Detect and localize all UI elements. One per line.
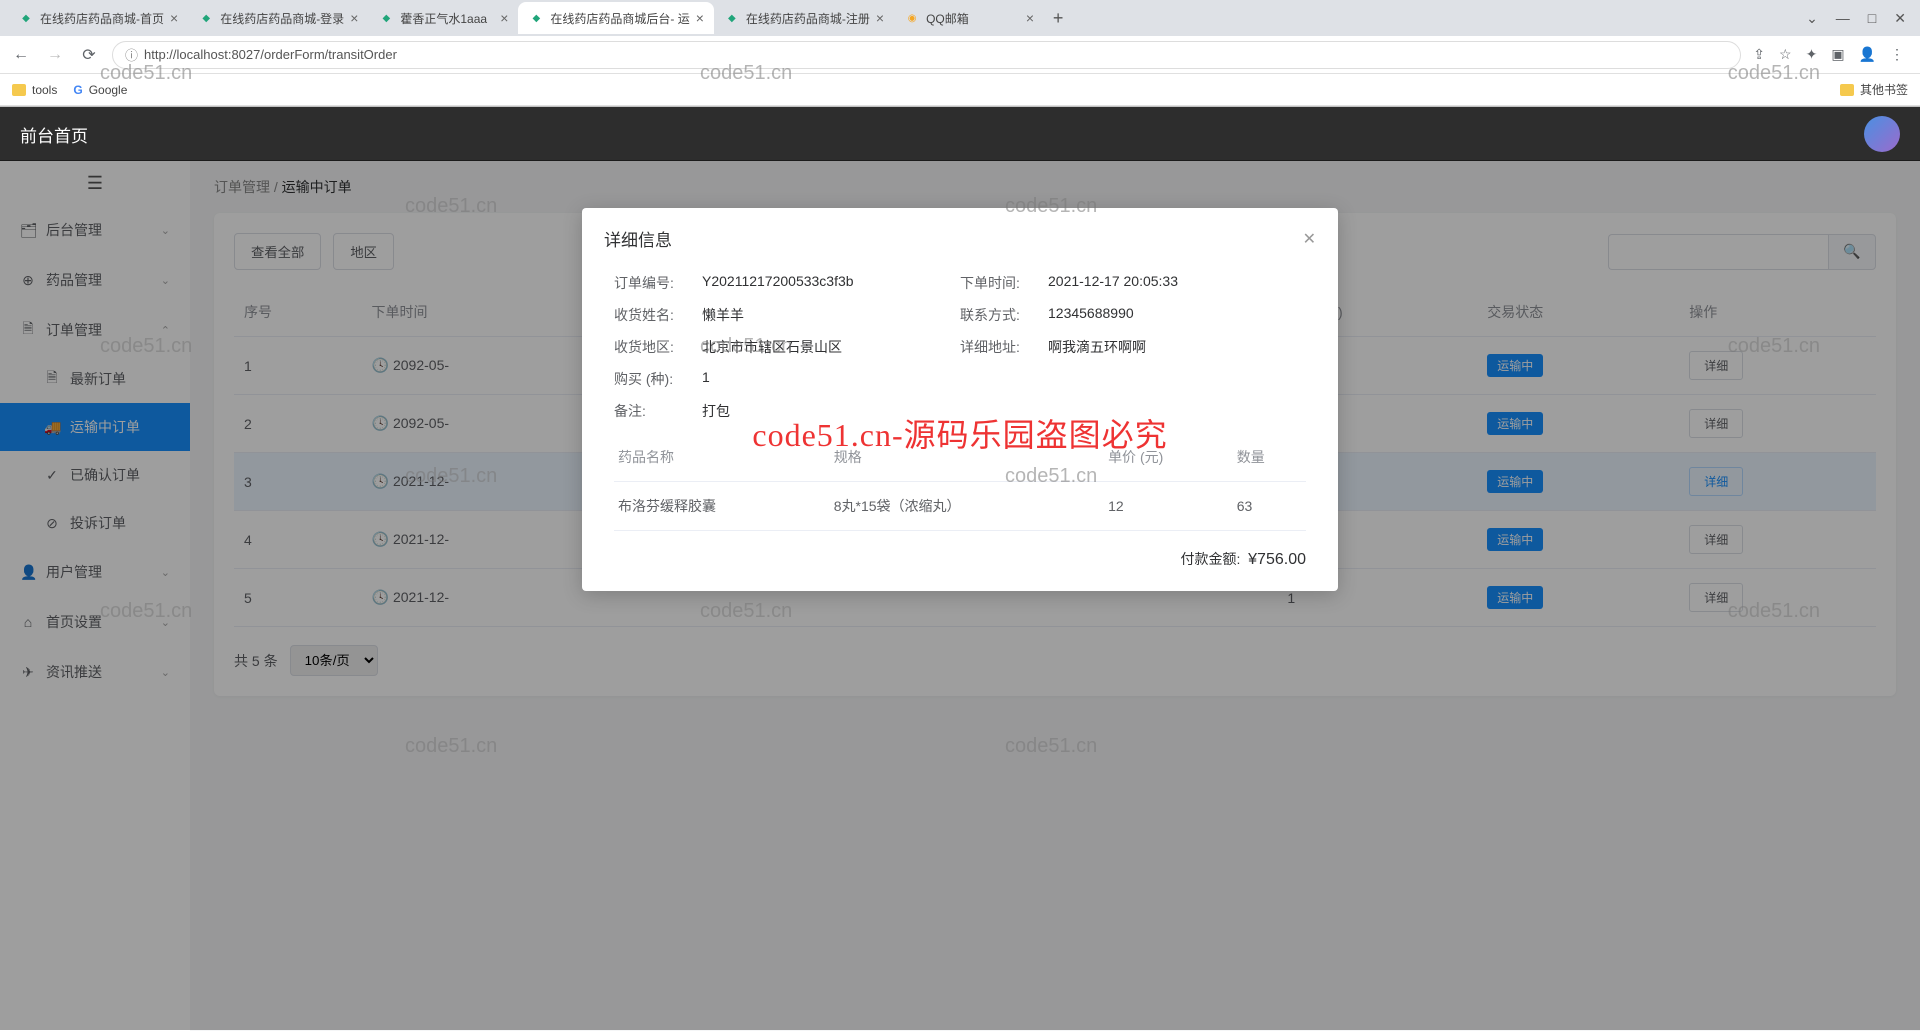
browser-tab[interactable]: ◆在线药店药品商城-首页×: [8, 2, 188, 34]
maximize-icon[interactable]: □: [1868, 10, 1876, 27]
browser-tab-active[interactable]: ◆在线药店药品商城后台- 运×: [518, 2, 714, 34]
tab-strip: ◆在线药店药品商城-首页× ◆在线药店药品商城-登录× ◆藿香正气水1aaa× …: [0, 0, 1920, 36]
avatar[interactable]: [1864, 116, 1900, 152]
minimize-icon[interactable]: —: [1836, 10, 1850, 27]
side-panel-icon[interactable]: ▣: [1831, 46, 1844, 63]
share-icon[interactable]: ⇪: [1753, 46, 1765, 63]
close-icon[interactable]: ×: [170, 10, 178, 26]
close-icon[interactable]: ×: [1026, 10, 1034, 26]
browser-tab[interactable]: ◉QQ邮箱×: [894, 2, 1044, 34]
info-icon: ⓘ: [125, 45, 138, 64]
url-text: http://localhost:8027/orderForm/transitO…: [144, 47, 397, 62]
bookmark-google[interactable]: GGoogle: [73, 83, 127, 97]
remark: 打包: [702, 401, 730, 421]
browser-tab[interactable]: ◆藿香正气水1aaa×: [368, 2, 518, 34]
page-title[interactable]: 前台首页: [20, 122, 88, 147]
folder-icon: [12, 84, 26, 96]
browser-tab[interactable]: ◆在线药店药品商城-注册×: [714, 2, 894, 34]
region: 北京市市辖区石景山区: [702, 337, 842, 357]
detail-modal: 详细信息 ✕ 订单编号:Y20211217200533c3f3b 下单时间:20…: [582, 208, 1338, 591]
extensions-icon[interactable]: ✦: [1806, 46, 1818, 63]
order-number: Y20211217200533c3f3b: [702, 273, 854, 293]
app-header: 前台首页: [0, 107, 1920, 161]
reload-button[interactable]: ⟳: [78, 45, 100, 65]
dropdown-icon[interactable]: ⌄: [1806, 10, 1818, 27]
recipient-name: 懒羊羊: [702, 305, 744, 325]
order-time: 2021-12-17 20:05:33: [1048, 273, 1178, 293]
total-amount: ¥756.00: [1248, 551, 1306, 568]
buy-count: 1: [702, 369, 710, 389]
detail-address: 啊我滴五环啊啊: [1048, 337, 1146, 357]
close-window-icon[interactable]: ✕: [1894, 10, 1906, 27]
close-icon[interactable]: ✕: [1303, 229, 1316, 249]
back-button[interactable]: ←: [10, 46, 32, 64]
profile-icon[interactable]: 👤: [1859, 46, 1876, 63]
forward-button[interactable]: →: [44, 46, 66, 64]
browser-tab[interactable]: ◆在线药店药品商城-登录×: [188, 2, 368, 34]
bookmark-other[interactable]: 其他书签: [1840, 81, 1908, 98]
item-row: 布洛芬缓释胶囊8丸*15袋（浓缩丸）1263: [614, 482, 1306, 531]
items-table: 药品名称 规格 单价 (元) 数量 布洛芬缓释胶囊8丸*15袋（浓缩丸）1263: [614, 433, 1306, 531]
close-icon[interactable]: ×: [500, 10, 508, 26]
close-icon[interactable]: ×: [350, 10, 358, 26]
address-bar[interactable]: ⓘ http://localhost:8027/orderForm/transi…: [112, 41, 1741, 69]
new-tab-button[interactable]: +: [1044, 8, 1072, 29]
modal-title: 详细信息: [604, 226, 672, 251]
total-label: 付款金额:: [1180, 551, 1240, 567]
star-icon[interactable]: ☆: [1779, 46, 1792, 63]
menu-icon[interactable]: ⋮: [1890, 46, 1904, 63]
google-icon: G: [73, 83, 82, 97]
folder-icon: [1840, 84, 1854, 96]
close-icon[interactable]: ×: [876, 10, 884, 26]
phone: 12345688990: [1048, 305, 1134, 325]
bookmark-tools[interactable]: tools: [12, 83, 57, 97]
close-icon[interactable]: ×: [696, 10, 704, 26]
